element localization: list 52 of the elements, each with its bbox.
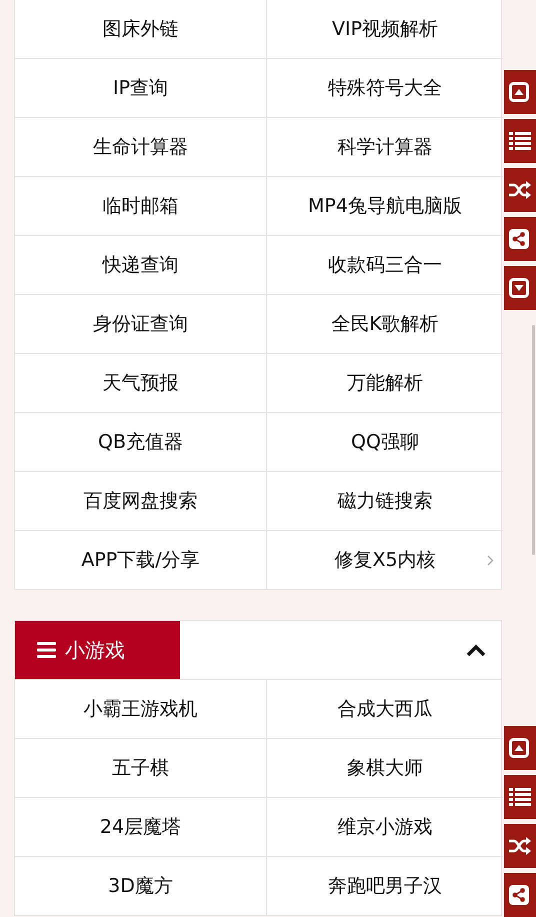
shuffle-icon [509,181,531,199]
tool-link[interactable]: 身份证查询 [15,295,267,354]
tool-link[interactable]: 天气预报 [15,354,267,413]
tool-link[interactable]: 特殊符号大全 [267,59,503,118]
tool-link[interactable]: 临时邮箱 [15,177,267,236]
scrollbar[interactable] [532,325,535,555]
tool-link[interactable]: 生命计算器 [15,118,267,177]
list-button[interactable] [504,119,536,163]
scroll-top-button[interactable] [504,70,536,114]
game-link[interactable]: 维京小游戏 [267,798,503,857]
tool-link[interactable]: QB充值器 [15,413,267,472]
menu-icon [37,642,56,658]
tool-link[interactable]: VIP视频解析 [267,0,503,59]
share-button[interactable] [504,873,536,917]
caret-up-icon[interactable] [466,644,486,656]
list-icon [509,132,531,150]
tool-link[interactable]: 快递查询 [15,236,267,295]
scroll-top-icon [509,738,529,758]
section-header[interactable]: 小游戏 [14,620,502,680]
scroll-top-button[interactable] [504,726,536,770]
tool-link[interactable]: APP下载/分享 [15,531,267,589]
game-link[interactable]: 3D魔方 [15,857,267,915]
tool-link[interactable]: 收款码三合一 [267,236,503,295]
tool-link[interactable]: 全民K歌解析 [267,295,503,354]
tool-link[interactable]: 万能解析 [267,354,503,413]
game-link[interactable]: 象棋大师 [267,739,503,798]
game-link[interactable]: 合成大西瓜 [267,680,503,739]
game-link[interactable]: 24层魔塔 [15,798,267,857]
tool-link[interactable]: 修复X5内核 [267,531,503,589]
list-icon [509,788,531,806]
game-link[interactable]: 奔跑吧男子汉 [267,857,503,915]
share-button[interactable] [504,217,536,261]
share-icon [509,885,529,905]
scroll-bottom-icon [509,278,529,298]
shuffle-button[interactable] [504,168,536,212]
tool-link[interactable]: 百度网盘搜索 [15,472,267,531]
tool-link[interactable]: MP4兔导航电脑版 [267,177,503,236]
shuffle-button[interactable] [504,824,536,868]
share-icon [509,229,529,249]
tool-link[interactable]: IP查询 [15,59,267,118]
section-title: 小游戏 [65,636,125,664]
scroll-bottom-button[interactable] [504,266,536,310]
game-link[interactable]: 小霸王游戏机 [15,680,267,739]
tool-link[interactable]: 磁力链搜索 [267,472,503,531]
game-link[interactable]: 五子棋 [15,739,267,798]
scroll-top-icon [509,82,529,102]
list-button[interactable] [504,775,536,819]
chevron-right-icon [487,555,494,566]
tool-link[interactable]: 科学计算器 [267,118,503,177]
tool-link[interactable]: QQ强聊 [267,413,503,472]
tool-link[interactable]: 图床外链 [15,0,267,59]
shuffle-icon [509,837,531,855]
